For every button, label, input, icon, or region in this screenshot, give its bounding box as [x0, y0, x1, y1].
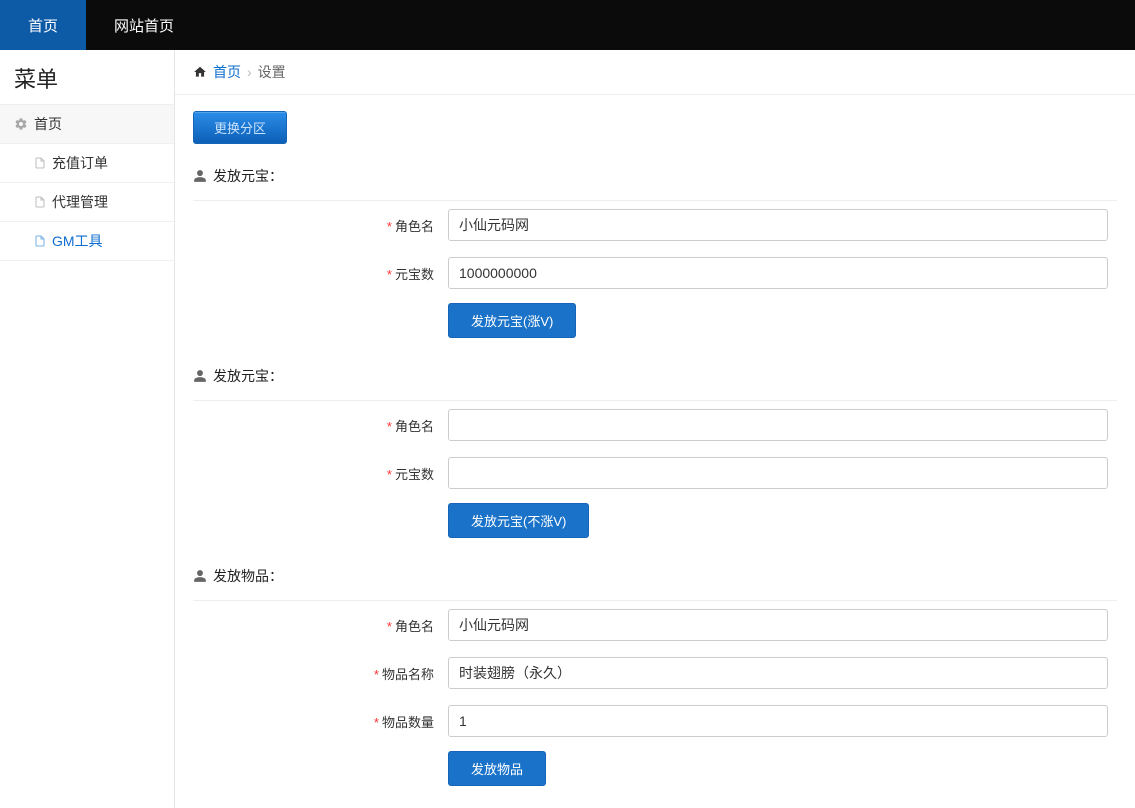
section-title-text: 发放元宝：	[213, 166, 283, 186]
nav-tab-home[interactable]: 首页	[0, 0, 86, 50]
section-title-text: 发放元宝：	[213, 366, 283, 386]
input-yuanbao-amount-1[interactable]	[448, 257, 1108, 289]
label-role-name: *角色名	[193, 616, 448, 635]
sidebar-item-gm-tools[interactable]: GM工具	[0, 222, 174, 261]
sidebar-item-label: 代理管理	[52, 192, 108, 212]
section-grant-item: 发放物品： *角色名 *物品名称 *物品数量	[193, 566, 1117, 792]
user-icon	[193, 569, 207, 583]
page-icon	[34, 234, 46, 248]
sidebar-item-label: GM工具	[52, 231, 103, 251]
sidebar-item-home[interactable]: 首页	[0, 105, 174, 144]
label-item-qty: *物品数量	[193, 712, 448, 731]
label-yuanbao-amount: *元宝数	[193, 264, 448, 283]
navbar: 首页 网站首页	[0, 0, 1135, 50]
label-role-name: *角色名	[193, 416, 448, 435]
label-yuanbao-amount: *元宝数	[193, 464, 448, 483]
input-item-qty[interactable]	[448, 705, 1108, 737]
home-icon	[193, 65, 207, 79]
sidebar-item-recharge-orders[interactable]: 充值订单	[0, 144, 174, 183]
page-icon	[34, 156, 46, 170]
section-grant-yuanbao-nov: 发放元宝： *角色名 *元宝数 发放元宝(不涨V)	[193, 366, 1117, 544]
input-yuanbao-amount-2[interactable]	[448, 457, 1108, 489]
section-title-text: 发放物品：	[213, 566, 283, 586]
gear-icon	[14, 117, 28, 131]
label-role-name: *角色名	[193, 216, 448, 235]
breadcrumb-home-link[interactable]: 首页	[213, 62, 241, 82]
grant-item-button[interactable]: 发放物品	[448, 751, 546, 786]
grant-yuanbao-nov-button[interactable]: 发放元宝(不涨V)	[448, 503, 589, 538]
sidebar: 菜单 首页 充值订单 代理管理 GM工具	[0, 50, 175, 808]
breadcrumb-current: 设置	[258, 62, 286, 82]
page-icon	[34, 195, 46, 209]
sidebar-item-label: 充值订单	[52, 153, 108, 173]
user-icon	[193, 369, 207, 383]
sidebar-title: 菜单	[0, 50, 174, 105]
section-title: 发放元宝：	[193, 366, 1117, 386]
section-title: 发放元宝：	[193, 166, 1117, 186]
main-content: 首页 › 设置 更换分区 发放元宝： *角色名 *元宝数	[175, 50, 1135, 808]
breadcrumb-separator: ›	[247, 64, 252, 80]
section-title: 发放物品：	[193, 566, 1117, 586]
breadcrumb: 首页 › 设置	[175, 50, 1135, 95]
input-role-name-2[interactable]	[448, 409, 1108, 441]
input-role-name-3[interactable]	[448, 609, 1108, 641]
sidebar-item-label: 首页	[34, 114, 62, 134]
change-zone-button[interactable]: 更换分区	[193, 111, 287, 144]
sidebar-item-agent-manage[interactable]: 代理管理	[0, 183, 174, 222]
section-grant-yuanbao-v: 发放元宝： *角色名 *元宝数 发放元宝(涨V)	[193, 166, 1117, 344]
nav-tab-site-home[interactable]: 网站首页	[86, 0, 202, 50]
label-item-name: *物品名称	[193, 664, 448, 683]
input-item-name[interactable]	[448, 657, 1108, 689]
grant-yuanbao-v-button[interactable]: 发放元宝(涨V)	[448, 303, 576, 338]
input-role-name-1[interactable]	[448, 209, 1108, 241]
user-icon	[193, 169, 207, 183]
